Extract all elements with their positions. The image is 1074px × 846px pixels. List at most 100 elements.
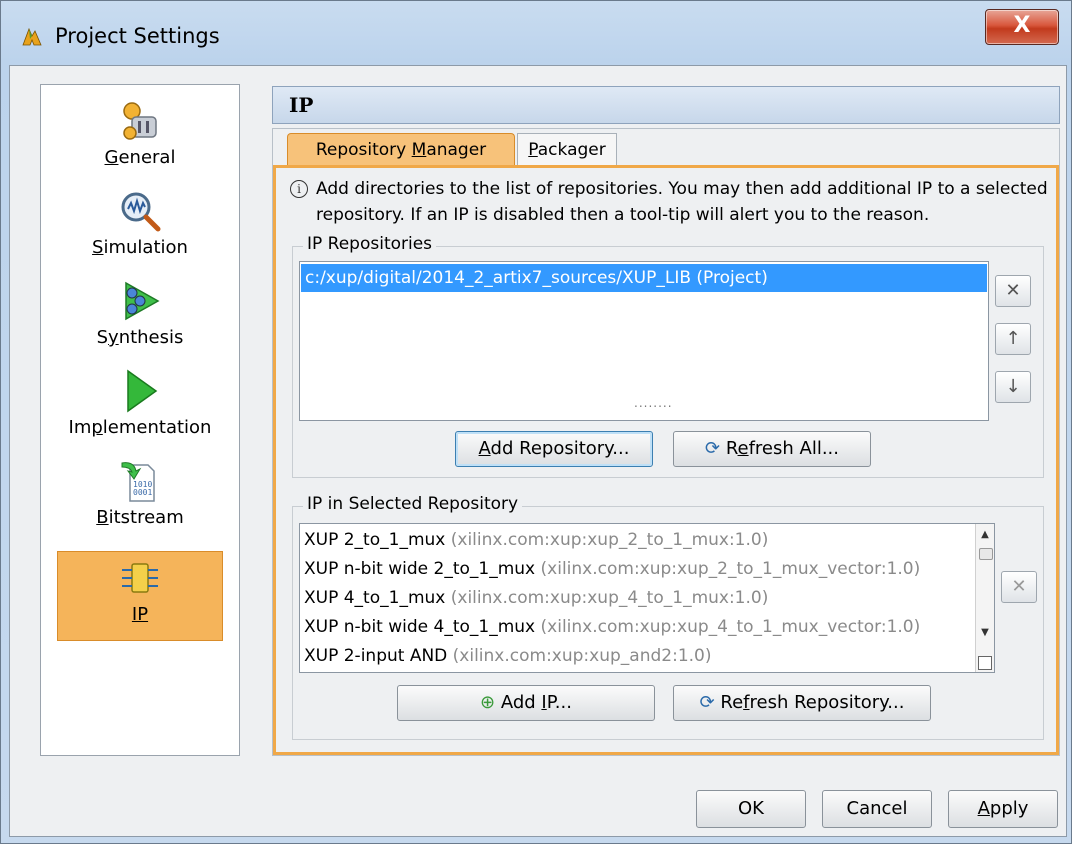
ip-icon (122, 563, 158, 593)
button-mnemonic: A (478, 438, 491, 459)
ip-name: XUP 2-input AND (304, 646, 448, 666)
button-mnemonic: A (977, 798, 990, 819)
ip-list[interactable]: XUP 2_to_1_mux (xilinx.com:xup:xup_2_to_… (299, 523, 995, 673)
apply-button[interactable]: Apply (948, 790, 1058, 828)
nav-label-general-u: G (104, 147, 119, 168)
list-item[interactable]: XUP n-bit wide 4_to_1_mux (xilinx.com:xu… (304, 613, 920, 641)
ip-vlnv: (xilinx.com:xup:xup_and2:1.0) (452, 646, 712, 666)
ip-name: XUP n-bit wide 4_to_1_mux (304, 617, 536, 637)
ip-vlnv: (xilinx.com:xup:xup_4_to_1_mux_vector:1.… (540, 617, 921, 637)
nav-label-bitstream: itstream (108, 507, 184, 528)
add-ip-icon: ⊕ (480, 692, 501, 713)
close-icon: ✕ (1005, 280, 1021, 301)
refresh-all-button[interactable]: ⟳ Refresh All... (673, 431, 871, 467)
tab-container: Repository Manager Packager i Add direct… (272, 128, 1060, 756)
project-settings-window: Project Settings X General Simulation Sy… (0, 0, 1072, 844)
tab-packager[interactable]: Packager (517, 133, 617, 165)
vivado-app-icon (22, 27, 42, 46)
ip-vlnv: (xilinx.com:xup:xup_2_to_1_mux:1.0) (450, 530, 769, 550)
general-settings-icon (123, 102, 157, 140)
panel-splitter[interactable]: ........ (634, 396, 673, 410)
add-repository-button[interactable]: Add Repository... (455, 431, 653, 467)
tab-label-rest: anager (426, 140, 487, 160)
nav-label-synthesis: nthesis (118, 327, 184, 348)
cancel-button[interactable]: Cancel (822, 790, 932, 828)
tab-label-mnemonic: P (528, 140, 538, 160)
nav-item-ip[interactable]: IP (57, 551, 223, 641)
button-label: P... (546, 692, 572, 713)
remove-ip-button[interactable]: ✕ (1001, 571, 1037, 603)
button-label: dd Repository... (490, 438, 630, 459)
move-up-button[interactable]: ↑ (995, 323, 1031, 355)
refresh-icon: ⟳ (699, 692, 721, 713)
nav-label-implementation-pre: Im (68, 417, 92, 438)
button-label: fresh All... (748, 438, 839, 459)
button-label: resh Repository... (749, 692, 905, 713)
scroll-end-icon[interactable] (978, 656, 992, 670)
move-down-button[interactable]: ↓ (995, 371, 1031, 403)
list-item[interactable]: XUP 4_to_1_mux (xilinx.com:xup:xup_4_to_… (304, 584, 768, 612)
ip-repositories-group: IP Repositories c:/xup/digital/2014_2_ar… (292, 234, 1044, 478)
nav-item-simulation[interactable]: Simulation (41, 189, 239, 258)
button-mnemonic: e (737, 438, 749, 459)
nav-item-implementation[interactable]: Implementation (41, 369, 239, 438)
page-title: IP (272, 86, 1060, 124)
list-item[interactable]: XUP n-bit wide 2_to_1_mux (xilinx.com:xu… (304, 555, 920, 583)
ok-button[interactable]: OK (696, 790, 806, 828)
svg-text:0001: 0001 (133, 488, 152, 497)
list-item[interactable]: c:/xup/digital/2014_2_artix7_sources/XUP… (301, 264, 987, 292)
scroll-thumb[interactable] (979, 548, 993, 560)
dialog-client-area: General Simulation Synthesis Implementat… (9, 65, 1067, 837)
tab-repository-manager[interactable]: Repository Manager (287, 133, 515, 165)
nav-label-ip-u: IP (131, 604, 149, 625)
simulation-icon (121, 192, 161, 232)
refresh-icon: ⟳ (705, 438, 726, 459)
window-title: Project Settings (55, 24, 220, 48)
nav-label-synthesis-u: y (108, 327, 119, 348)
ip-in-repo-title: IP in Selected Repository (303, 494, 523, 514)
nav-label-bitstream-u: B (96, 507, 109, 528)
nav-label-simulation: imulation (103, 237, 188, 258)
close-icon: ✕ (1011, 576, 1027, 597)
nav-label-simulation-u: S (92, 237, 104, 258)
scroll-down-icon[interactable]: ▼ (976, 624, 994, 642)
ip-vlnv: (xilinx.com:xup:xup_4_to_1_mux:1.0) (450, 588, 769, 608)
tab-label-rest: ackager (537, 140, 606, 160)
info-icon: i (290, 180, 308, 198)
nav-label-implementation: lementation (102, 417, 212, 438)
button-label: pply (989, 798, 1029, 819)
tab-label-pre: Repository (315, 140, 412, 160)
button-label-pre: Re (720, 692, 744, 713)
close-icon: X (1013, 13, 1031, 38)
refresh-repository-button[interactable]: ⟳ Refresh Repository... (673, 685, 931, 721)
implementation-icon (127, 369, 158, 413)
remove-repository-button[interactable]: ✕ (995, 275, 1031, 307)
ip-name: XUP 4_to_1_mux (304, 588, 446, 608)
list-item[interactable]: XUP 2-input AND (xilinx.com:xup:xup_and2… (304, 642, 711, 670)
ip-name: XUP 2_to_1_mux (304, 530, 446, 550)
button-label-pre: R (725, 438, 738, 459)
scroll-up-icon[interactable]: ▲ (976, 526, 994, 544)
ip-name: XUP n-bit wide 2_to_1_mux (304, 559, 536, 579)
nav-label-general: eneral (118, 147, 176, 168)
add-ip-button[interactable]: ⊕ Add IP... (397, 685, 655, 721)
ip-repositories-title: IP Repositories (303, 234, 437, 254)
list-item[interactable]: XUP 2_to_1_mux (xilinx.com:xup:xup_2_to_… (304, 526, 768, 554)
settings-category-nav: General Simulation Synthesis Implementat… (40, 84, 240, 756)
settings-main-panel: IP Repository Manager Packager i Add dir… (272, 86, 1060, 756)
nav-item-synthesis[interactable]: Synthesis (41, 279, 239, 348)
bitstream-icon: 1010 0001 (121, 462, 155, 502)
synthesis-icon (125, 281, 160, 321)
title-bar[interactable]: Project Settings X (1, 1, 1071, 63)
button-label-pre: Add (500, 692, 542, 713)
close-button[interactable]: X (985, 9, 1059, 45)
ip-vlnv: (xilinx.com:xup:xup_2_to_1_mux_vector:1.… (540, 559, 921, 579)
nav-item-bitstream[interactable]: 1010 0001 Bitstream (41, 459, 239, 528)
repository-manager-content: i Add directories to the list of reposit… (273, 165, 1059, 755)
arrow-down-icon: ↓ (1005, 376, 1021, 397)
ip-list-scrollbar[interactable]: ▲ ▼ (975, 524, 994, 672)
info-text: Add directories to the list of repositor… (316, 179, 1048, 225)
nav-item-general[interactable]: General (41, 99, 239, 168)
nav-label-synthesis-pre: S (96, 327, 109, 348)
arrow-up-icon: ↑ (1005, 328, 1021, 349)
